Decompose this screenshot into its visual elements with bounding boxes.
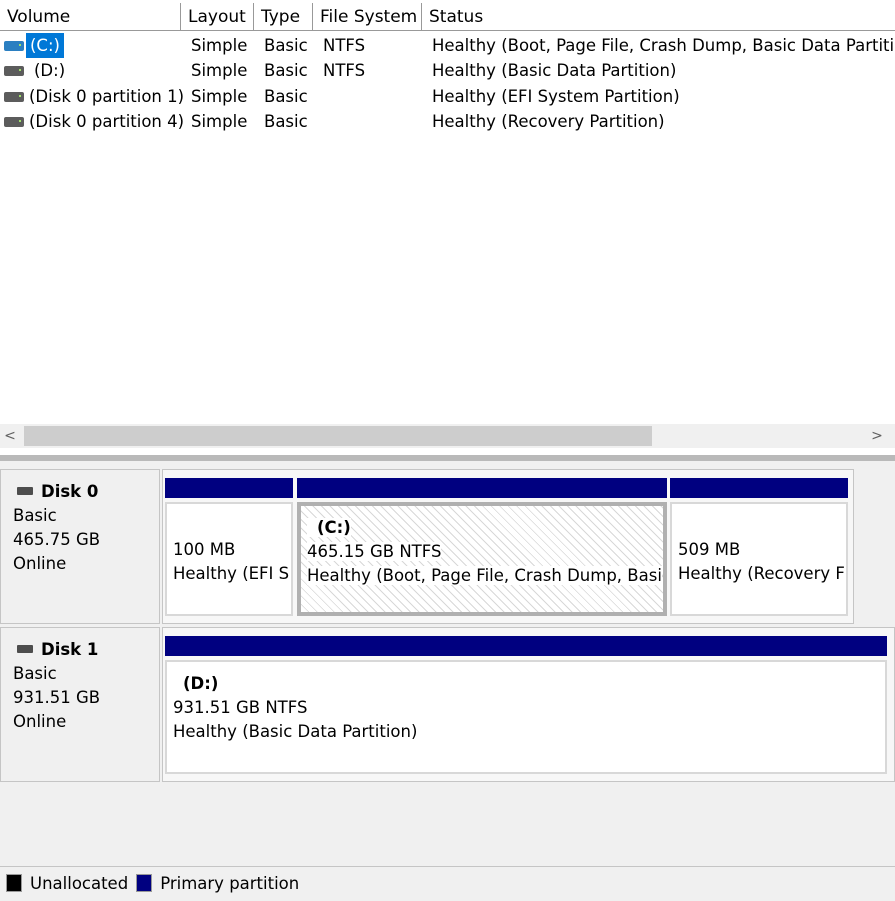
partition-size: 465.15 GB NTFS bbox=[307, 542, 442, 561]
volume-type: Basic bbox=[264, 36, 308, 55]
disk-0-label[interactable]: Disk 0 Basic 465.75 GB Online bbox=[0, 469, 160, 624]
partition-status: Healthy (Recovery F bbox=[678, 564, 845, 583]
volume-type: Basic bbox=[264, 61, 308, 80]
pane-splitter[interactable] bbox=[0, 455, 895, 461]
column-header-type[interactable]: Type bbox=[254, 3, 313, 31]
drive-gray-icon bbox=[4, 66, 24, 76]
primary-partition-bar bbox=[670, 478, 848, 498]
drive-gray-icon bbox=[4, 117, 24, 127]
volume-status: Healthy (Recovery Partition) bbox=[432, 112, 665, 131]
partition-size: 931.51 GB NTFS bbox=[173, 698, 308, 717]
partition-d[interactable]: (D:) 931.51 GB NTFS Healthy (Basic Data … bbox=[165, 636, 887, 774]
partition-size: 100 MB bbox=[173, 540, 236, 559]
partition-efi[interactable]: 100 MB Healthy (EFI S bbox=[165, 478, 293, 616]
volume-fs: NTFS bbox=[323, 36, 366, 55]
volume-list[interactable]: Volume Layout Type File System Status (C… bbox=[0, 0, 895, 458]
legend-unallocated: Unallocated bbox=[30, 874, 129, 893]
scroll-left-button[interactable]: < bbox=[0, 424, 20, 448]
partition-title bbox=[173, 514, 287, 538]
disk-name: Disk 0 bbox=[41, 482, 99, 501]
volume-status: Healthy (Boot, Page File, Crash Dump, Ba… bbox=[432, 36, 895, 55]
disk-0-partitions: 100 MB Healthy (EFI S (C:) 465.15 GB NTF… bbox=[162, 469, 854, 624]
primary-partition-bar bbox=[297, 478, 667, 498]
partition-title bbox=[678, 514, 842, 538]
volume-layout: Simple bbox=[191, 87, 248, 106]
partition-size: 509 MB bbox=[678, 540, 741, 559]
column-header-layout[interactable]: Layout bbox=[181, 3, 254, 31]
disk-1-partitions: (D:) 931.51 GB NTFS Healthy (Basic Data … bbox=[162, 627, 895, 782]
disk-1-label[interactable]: Disk 1 Basic 931.51 GB Online bbox=[0, 627, 160, 782]
disk-type: Basic bbox=[13, 506, 57, 525]
disk-size: 465.75 GB bbox=[13, 530, 101, 549]
volume-layout: Simple bbox=[191, 112, 248, 131]
primary-partition-swatch bbox=[136, 874, 153, 892]
volume-type: Basic bbox=[264, 87, 308, 106]
volume-fs: NTFS bbox=[323, 61, 366, 80]
volume-status: Healthy (EFI System Partition) bbox=[432, 87, 680, 106]
column-header-file-system[interactable]: File System bbox=[313, 3, 422, 31]
column-header-status[interactable]: Status bbox=[422, 3, 895, 31]
volume-status: Healthy (Basic Data Partition) bbox=[432, 61, 677, 80]
partition-status: Healthy (Boot, Page File, Crash Dump, Ba… bbox=[307, 566, 663, 585]
volume-row[interactable]: (D:) Simple Basic NTFS Healthy (Basic Da… bbox=[0, 58, 895, 83]
legend-primary-partition: Primary partition bbox=[160, 874, 300, 893]
volume-row[interactable]: (Disk 0 partition 4) Simple Basic Health… bbox=[0, 109, 895, 134]
volume-layout: Simple bbox=[191, 36, 248, 55]
partition-recovery[interactable]: 509 MB Healthy (Recovery F bbox=[670, 478, 848, 616]
disk-icon bbox=[17, 487, 33, 495]
volume-row[interactable]: (Disk 0 partition 1) Simple Basic Health… bbox=[0, 84, 895, 109]
volume-name: (D:) bbox=[34, 61, 66, 80]
drive-blue-icon bbox=[4, 41, 24, 51]
disk-size: 931.51 GB bbox=[13, 688, 101, 707]
volume-name: (Disk 0 partition 1) bbox=[29, 87, 185, 106]
partition-c[interactable]: (C:) 465.15 GB NTFS Healthy (Boot, Page … bbox=[297, 478, 667, 616]
primary-partition-bar bbox=[165, 636, 887, 656]
disk-type: Basic bbox=[13, 664, 57, 683]
volume-type: Basic bbox=[264, 112, 308, 131]
disk-icon bbox=[17, 645, 33, 653]
volume-row[interactable]: (C:) Simple Basic NTFS Healthy (Boot, Pa… bbox=[0, 33, 895, 58]
scroll-right-button[interactable]: > bbox=[867, 424, 887, 448]
volume-layout: Simple bbox=[191, 61, 248, 80]
volume-name: (Disk 0 partition 4) bbox=[29, 112, 185, 131]
horizontal-scrollbar[interactable]: < > bbox=[0, 424, 895, 448]
drive-gray-icon bbox=[4, 92, 24, 102]
unallocated-swatch bbox=[6, 874, 22, 892]
primary-partition-bar bbox=[165, 478, 293, 498]
disk-name: Disk 1 bbox=[41, 640, 99, 659]
disk-state: Online bbox=[13, 712, 67, 731]
header-divider bbox=[0, 30, 895, 31]
partition-title: (C:) bbox=[307, 518, 351, 537]
partition-title: (D:) bbox=[183, 674, 219, 693]
legend: Unallocated Primary partition bbox=[0, 866, 895, 900]
volume-name: (C:) bbox=[26, 33, 64, 58]
disk-state: Online bbox=[13, 554, 67, 573]
column-header-volume[interactable]: Volume bbox=[0, 3, 181, 31]
scroll-thumb[interactable] bbox=[24, 426, 652, 446]
partition-status: Healthy (Basic Data Partition) bbox=[173, 722, 418, 741]
partition-status: Healthy (EFI S bbox=[173, 564, 290, 583]
